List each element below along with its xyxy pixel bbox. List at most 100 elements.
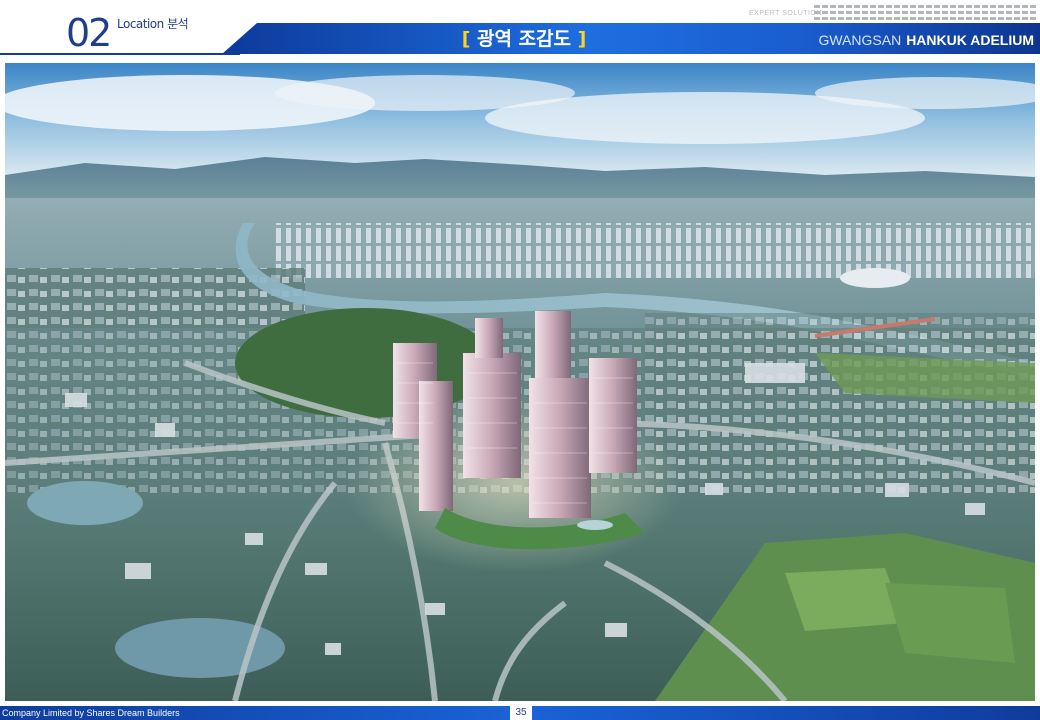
dot-mark bbox=[894, 17, 900, 20]
decorative-dot-grid bbox=[814, 5, 1036, 22]
dot-mark bbox=[966, 11, 972, 14]
dot-mark bbox=[910, 5, 916, 8]
dot-mark bbox=[1006, 17, 1012, 20]
dot-mark bbox=[934, 17, 940, 20]
dot-mark bbox=[854, 11, 860, 14]
brand-title: HANKUK ADELIUM bbox=[906, 32, 1034, 48]
dot-mark bbox=[862, 17, 868, 20]
dot-mark bbox=[854, 5, 860, 8]
dot-mark bbox=[1014, 5, 1020, 8]
heading-text: 광역 조감도 bbox=[470, 28, 578, 50]
dot-mark bbox=[958, 11, 964, 14]
section-title: Location 분석 bbox=[117, 17, 189, 31]
dot-mark bbox=[942, 5, 948, 8]
dot-mark bbox=[838, 11, 844, 14]
dot-mark bbox=[814, 11, 820, 14]
footer-bar-right bbox=[532, 706, 1040, 720]
dot-mark bbox=[862, 5, 868, 8]
dot-mark bbox=[982, 5, 988, 8]
page-number: 35 bbox=[515, 707, 527, 718]
dot-mark bbox=[966, 17, 972, 20]
dot-mark bbox=[990, 17, 996, 20]
dot-mark bbox=[1006, 11, 1012, 14]
dot-mark bbox=[894, 5, 900, 8]
dot-mark bbox=[846, 11, 852, 14]
dot-mark bbox=[934, 11, 940, 14]
dot-mark bbox=[814, 17, 820, 20]
page-heading: [ 광역 조감도 ] bbox=[454, 26, 594, 52]
dot-mark bbox=[902, 5, 908, 8]
dot-mark bbox=[974, 17, 980, 20]
dot-mark bbox=[870, 11, 876, 14]
page-header: 02 Location 분석 EXPERT SOLUTION [ 광역 조감도 … bbox=[0, 0, 1040, 58]
dot-mark bbox=[878, 11, 884, 14]
dot-mark bbox=[870, 5, 876, 8]
dot-mark bbox=[982, 11, 988, 14]
dot-mark bbox=[950, 11, 956, 14]
dot-mark bbox=[814, 5, 820, 8]
dot-mark bbox=[822, 11, 828, 14]
dot-mark bbox=[1022, 11, 1028, 14]
dot-mark bbox=[902, 17, 908, 20]
dot-mark bbox=[910, 11, 916, 14]
dot-mark bbox=[1022, 5, 1028, 8]
dot-mark bbox=[886, 17, 892, 20]
aerial-view-image bbox=[5, 63, 1035, 701]
header-divider bbox=[0, 53, 240, 55]
dot-mark bbox=[1022, 17, 1028, 20]
expert-solution-label: EXPERT SOLUTION bbox=[749, 10, 822, 17]
dot-mark bbox=[894, 11, 900, 14]
dot-mark bbox=[990, 11, 996, 14]
dot-mark bbox=[822, 17, 828, 20]
dot-mark bbox=[886, 11, 892, 14]
dot-mark bbox=[1030, 11, 1036, 14]
dot-mark bbox=[1030, 17, 1036, 20]
dot-mark bbox=[998, 17, 1004, 20]
dot-mark bbox=[846, 5, 852, 8]
dot-mark bbox=[918, 11, 924, 14]
dot-mark bbox=[990, 5, 996, 8]
dot-mark bbox=[1030, 5, 1036, 8]
dot-mark bbox=[974, 5, 980, 8]
dot-mark bbox=[1006, 5, 1012, 8]
dot-mark bbox=[902, 11, 908, 14]
page-footer: Company Limited by Shares Dream Builders… bbox=[0, 706, 1040, 720]
dot-mark bbox=[982, 17, 988, 20]
dot-mark bbox=[862, 11, 868, 14]
dot-mark bbox=[1014, 11, 1020, 14]
dot-mark bbox=[974, 11, 980, 14]
dot-mark bbox=[950, 5, 956, 8]
dot-mark bbox=[926, 11, 932, 14]
dot-mark bbox=[838, 5, 844, 8]
dot-mark bbox=[910, 17, 916, 20]
dot-mark bbox=[830, 17, 836, 20]
dot-mark bbox=[838, 17, 844, 20]
dot-mark bbox=[886, 5, 892, 8]
dot-mark bbox=[998, 5, 1004, 8]
section-number: 02 bbox=[66, 11, 112, 55]
dot-mark bbox=[878, 5, 884, 8]
dot-mark bbox=[830, 11, 836, 14]
heading-close-bracket: ] bbox=[577, 28, 587, 50]
brand-name: GWANGSAN HANKUK ADELIUM bbox=[818, 31, 1034, 49]
dot-mark bbox=[926, 5, 932, 8]
dot-mark bbox=[918, 17, 924, 20]
aerial-city-photo-icon bbox=[5, 63, 1035, 701]
dot-mark bbox=[934, 5, 940, 8]
dot-mark bbox=[822, 5, 828, 8]
dot-mark bbox=[958, 5, 964, 8]
company-name: Company Limited by Shares Dream Builders bbox=[2, 708, 180, 718]
dot-mark bbox=[950, 17, 956, 20]
dot-mark bbox=[918, 5, 924, 8]
dot-mark bbox=[878, 17, 884, 20]
brand-location: GWANGSAN bbox=[818, 32, 902, 48]
dot-mark bbox=[870, 17, 876, 20]
dot-mark bbox=[926, 17, 932, 20]
dot-mark bbox=[966, 5, 972, 8]
dot-mark bbox=[942, 11, 948, 14]
dot-mark bbox=[998, 11, 1004, 14]
dot-mark bbox=[830, 5, 836, 8]
dot-mark bbox=[958, 17, 964, 20]
dot-mark bbox=[854, 17, 860, 20]
dot-mark bbox=[942, 17, 948, 20]
